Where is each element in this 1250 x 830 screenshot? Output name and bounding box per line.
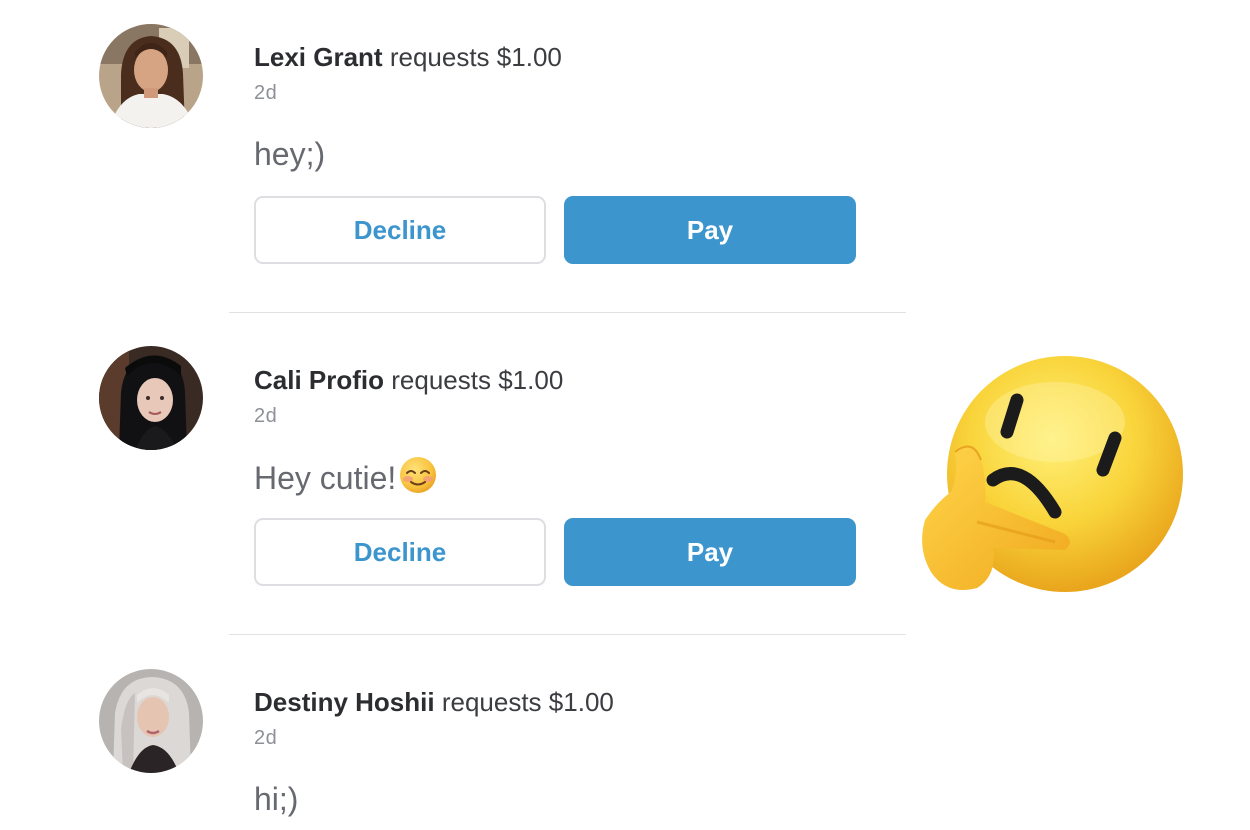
thinking-face-icon bbox=[915, 352, 1185, 602]
payment-request-item: Destiny Hoshii requests $1.00 2d hi;) bbox=[0, 635, 1250, 830]
decline-button[interactable]: Decline bbox=[254, 518, 546, 586]
avatar[interactable] bbox=[99, 24, 203, 128]
payment-request-feed: Lexi Grant requests $1.00 2d hey;) Decli… bbox=[0, 0, 1250, 830]
request-note: Hey cutie! bbox=[254, 460, 397, 496]
request-amount: $1.00 bbox=[498, 365, 564, 395]
request-amount: $1.00 bbox=[496, 42, 562, 72]
requester-name[interactable]: Destiny Hoshii bbox=[254, 687, 435, 717]
request-verb: requests bbox=[391, 365, 491, 395]
pay-button[interactable]: Pay bbox=[564, 196, 856, 264]
request-headline: Lexi Grant requests $1.00 bbox=[254, 42, 562, 73]
request-verb: requests bbox=[441, 687, 542, 717]
request-time: 2d bbox=[254, 727, 278, 749]
pay-button[interactable]: Pay bbox=[564, 518, 856, 586]
requester-name[interactable]: Cali Profio bbox=[254, 365, 384, 395]
requester-name[interactable]: Lexi Grant bbox=[254, 42, 383, 72]
request-note-row: Hey cutie! bbox=[254, 455, 438, 503]
smiling-face-icon bbox=[398, 455, 438, 503]
request-time: 2d bbox=[254, 82, 278, 104]
request-time: 2d bbox=[254, 405, 278, 427]
avatar[interactable] bbox=[99, 669, 203, 773]
avatar[interactable] bbox=[99, 346, 203, 450]
request-verb: requests bbox=[389, 42, 490, 72]
request-note: hey;) bbox=[254, 136, 326, 172]
payment-request-item: Lexi Grant requests $1.00 2d hey;) Decli… bbox=[0, 0, 1250, 312]
request-headline: Cali Profio requests $1.00 bbox=[254, 365, 563, 396]
request-note: hi;) bbox=[254, 781, 299, 817]
request-amount: $1.00 bbox=[548, 687, 614, 717]
decline-button[interactable]: Decline bbox=[254, 196, 546, 264]
request-headline: Destiny Hoshii requests $1.00 bbox=[254, 687, 614, 718]
